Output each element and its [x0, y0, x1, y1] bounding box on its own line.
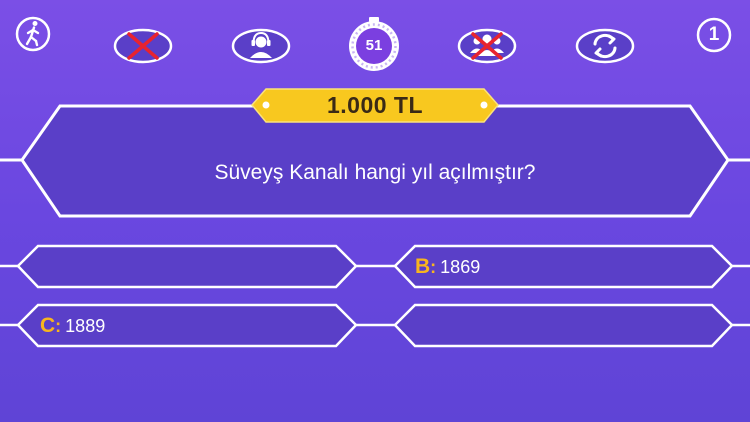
timer-value: 51: [365, 37, 383, 54]
answer-c-letter: C: [40, 314, 56, 337]
question-text: Süveyş Kanalı hangi yıl açılmıştır?: [214, 161, 536, 184]
answer-c-colon: :: [55, 316, 62, 336]
answer-b-letter: B: [415, 255, 431, 278]
lifeline-phone-button[interactable]: [231, 28, 291, 64]
prize-amount: 1.000 TL: [326, 92, 424, 118]
lifeline-fifty-fifty-button[interactable]: [113, 28, 173, 64]
level-number: 1: [708, 24, 720, 45]
walk-away-button[interactable]: [15, 16, 51, 52]
lifeline-switch-button[interactable]: [575, 28, 635, 64]
answer-b[interactable]: B: 1869: [415, 247, 710, 287]
answer-b-colon: :: [430, 257, 437, 277]
answer-a[interactable]: [45, 247, 330, 287]
lifeline-audience-button[interactable]: [457, 28, 517, 64]
answer-c[interactable]: C: 1889: [40, 306, 330, 346]
answer-d[interactable]: [420, 306, 710, 346]
answer-b-text: 1869: [440, 257, 481, 277]
walking-person-icon: [25, 21, 40, 47]
game-scene: [0, 16, 750, 348]
answer-c-text: 1889: [65, 316, 106, 336]
